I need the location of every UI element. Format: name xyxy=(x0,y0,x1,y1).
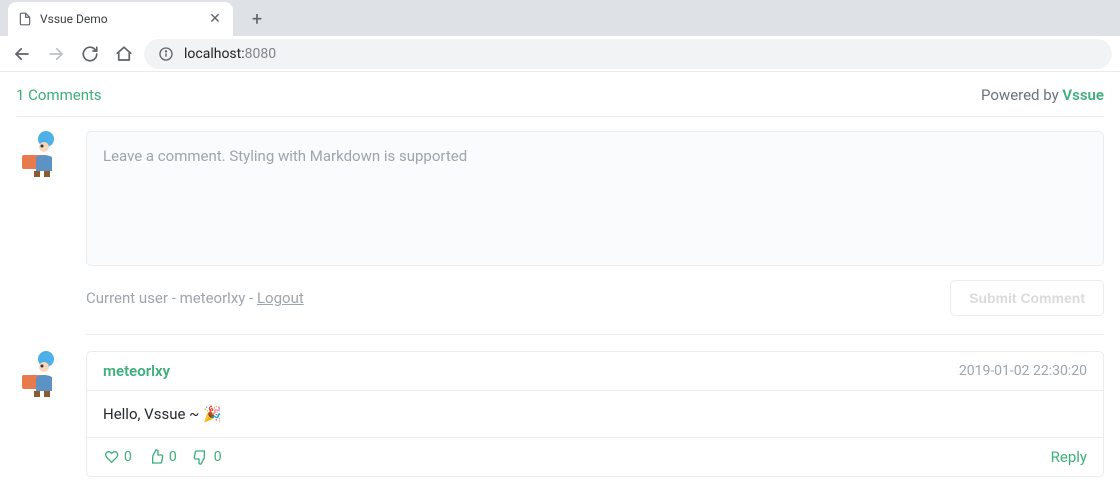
comment-body: Hello, Vssue ~ 🎉 xyxy=(87,391,1103,438)
user-name: meteorlxy xyxy=(180,289,246,307)
url-port: 8080 xyxy=(245,46,276,62)
comment-header: meteorlxy 2019-01-02 22:30:20 xyxy=(87,352,1103,391)
powered-by: Powered by Vssue xyxy=(981,86,1104,104)
user-row: Current user - meteorlxy - Logout Submit… xyxy=(86,280,1104,335)
reply-button[interactable]: Reply xyxy=(1051,448,1087,466)
thumbs-down-reaction[interactable]: 0 xyxy=(193,449,222,465)
comment-input[interactable]: Leave a comment. Styling with Markdown i… xyxy=(86,131,1104,266)
avatar xyxy=(16,351,64,399)
heart-count: 0 xyxy=(124,449,132,465)
new-tab-button[interactable]: + xyxy=(243,5,271,33)
home-button[interactable] xyxy=(110,40,138,68)
composer-row: Leave a comment. Styling with Markdown i… xyxy=(16,131,1104,335)
comment-footer: 0 0 0 Reply xyxy=(87,438,1103,476)
reload-button[interactable] xyxy=(76,40,104,68)
comment-author[interactable]: meteorlxy xyxy=(103,362,170,380)
avatar-icon xyxy=(16,351,64,399)
user-sep: - xyxy=(245,289,257,307)
thumbs-up-count: 0 xyxy=(169,449,177,465)
powered-link[interactable]: Vssue xyxy=(1062,86,1104,104)
address-bar[interactable]: localhost:8080 xyxy=(144,39,1112,69)
comment-count: 1 Comments xyxy=(16,86,102,104)
logout-link[interactable]: Logout xyxy=(257,289,304,307)
composer-column: Leave a comment. Styling with Markdown i… xyxy=(86,131,1104,335)
thumbs-down-count: 0 xyxy=(214,449,222,465)
browser-toolbar: localhost:8080 xyxy=(0,36,1120,72)
heart-reaction[interactable]: 0 xyxy=(103,449,132,465)
powered-prefix: Powered by xyxy=(981,86,1062,104)
thumbs-up-reaction[interactable]: 0 xyxy=(148,449,177,465)
thumbs-down-icon xyxy=(193,449,209,465)
info-icon xyxy=(158,46,174,62)
url-host: localhost: xyxy=(184,46,245,62)
avatar-icon xyxy=(16,131,64,179)
forward-button[interactable] xyxy=(42,40,70,68)
user-prefix: Current user - xyxy=(86,289,180,307)
file-icon xyxy=(18,12,32,26)
tab-strip: Vssue Demo ✕ + xyxy=(0,0,1120,36)
page-content: 1 Comments Powered by Vssue Leave a comm… xyxy=(0,72,1120,491)
comment-card: meteorlxy 2019-01-02 22:30:20 Hello, Vss… xyxy=(86,351,1104,477)
comments-header: 1 Comments Powered by Vssue xyxy=(16,86,1104,117)
tab-title: Vssue Demo xyxy=(40,12,199,26)
submit-button[interactable]: Submit Comment xyxy=(950,280,1104,316)
comment-timestamp: 2019-01-02 22:30:20 xyxy=(959,363,1087,379)
composer-placeholder: Leave a comment. Styling with Markdown i… xyxy=(103,147,467,165)
heart-icon xyxy=(103,449,119,465)
active-tab[interactable]: Vssue Demo ✕ xyxy=(8,2,233,36)
thumbs-up-icon xyxy=(148,449,164,465)
reactions: 0 0 0 xyxy=(103,449,222,465)
url-text: localhost:8080 xyxy=(184,46,276,62)
avatar xyxy=(16,131,64,179)
close-icon[interactable]: ✕ xyxy=(207,11,223,27)
comment-row: meteorlxy 2019-01-02 22:30:20 Hello, Vss… xyxy=(16,351,1104,477)
browser-chrome: Vssue Demo ✕ + localhost:8080 xyxy=(0,0,1120,72)
current-user-text: Current user - meteorlxy - Logout xyxy=(86,289,304,307)
back-button[interactable] xyxy=(8,40,36,68)
